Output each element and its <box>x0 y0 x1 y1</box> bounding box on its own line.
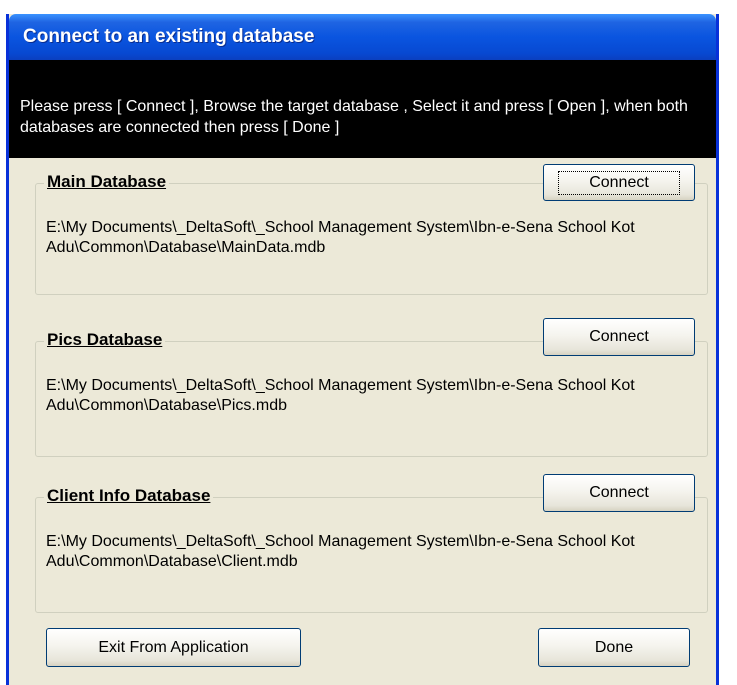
dialog-window: Connect to an existing database Please p… <box>6 14 719 685</box>
pics-database-group: Pics Database E:\My Documents\_DeltaSoft… <box>35 330 708 457</box>
instructions-text: Please press [ Connect ], Browse the tar… <box>20 98 688 136</box>
client-info-database-group: Client Info Database E:\My Documents\_De… <box>35 486 708 613</box>
done-label: Done <box>594 638 634 656</box>
client-info-database-path: E:\My Documents\_DeltaSoft\_School Manag… <box>46 533 635 570</box>
window-title: Connect to an existing database <box>23 26 315 47</box>
main-connect-button[interactable]: Connect <box>543 164 695 201</box>
pics-database-path: E:\My Documents\_DeltaSoft\_School Manag… <box>46 377 635 414</box>
done-button[interactable]: Done <box>538 628 690 667</box>
exit-application-label: Exit From Application <box>98 638 249 656</box>
pics-database-title: Pics Database <box>44 330 166 350</box>
instructions-banner: Please press [ Connect ], Browse the tar… <box>9 60 716 158</box>
client-connect-button[interactable]: Connect <box>543 474 695 512</box>
exit-application-button[interactable]: Exit From Application <box>46 628 301 667</box>
pics-connect-button[interactable]: Connect <box>543 318 695 356</box>
client-info-database-title: Client Info Database <box>44 486 214 506</box>
main-connect-label: Connect <box>558 170 680 195</box>
pics-connect-label: Connect <box>589 328 649 345</box>
client-connect-label: Connect <box>589 484 649 501</box>
main-database-path: E:\My Documents\_DeltaSoft\_School Manag… <box>46 219 635 256</box>
title-bar[interactable]: Connect to an existing database <box>9 14 716 60</box>
main-database-title: Main Database <box>44 172 170 192</box>
